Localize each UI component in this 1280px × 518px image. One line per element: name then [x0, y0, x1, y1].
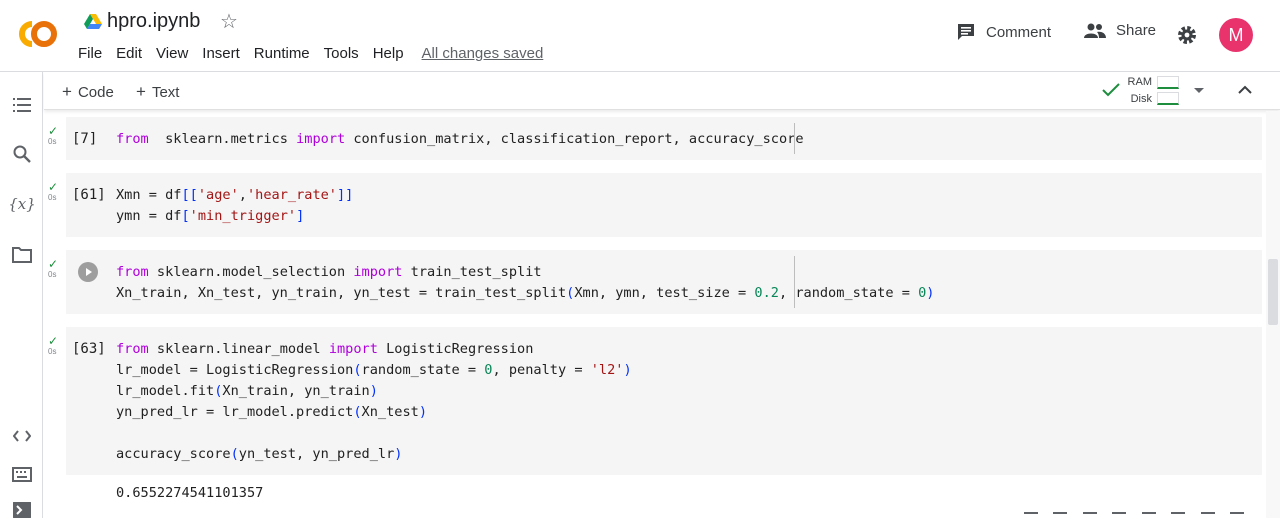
text-cursor: [794, 256, 795, 308]
terminal-icon[interactable]: [11, 502, 33, 518]
exec-count: [61]: [72, 187, 106, 203]
notebook-cells: ✓ 0s [7] from sklearn.metrics import confus…: [44, 111, 1266, 518]
code-line: Xmn = df[['age','hear_rate']]: [116, 187, 354, 203]
check-icon: ✓: [48, 180, 59, 194]
cell-toolbar: [1016, 510, 1252, 518]
code-line: lr_model.fit(Xn_train, yn_train): [116, 383, 378, 399]
resource-labels[interactable]: RAM Disk: [1122, 74, 1152, 108]
chevron-up-icon[interactable]: [1236, 81, 1254, 99]
code-editor[interactable]: Xmn = df[['age','hear_rate']]ymn = df['m…: [116, 185, 353, 227]
menu-insert[interactable]: Insert: [202, 44, 240, 64]
scroll-thumb[interactable]: [1268, 259, 1278, 325]
run-cell-icon[interactable]: [78, 262, 98, 282]
comment-button[interactable]: Comment: [956, 22, 1051, 42]
exec-count: [7]: [72, 131, 98, 147]
chevron-down-icon[interactable]: [1194, 88, 1204, 93]
scrollbar[interactable]: [1266, 111, 1280, 518]
comment-label: Comment: [986, 23, 1052, 41]
save-status-link[interactable]: All changes saved: [422, 44, 544, 64]
plus-icon: +: [62, 82, 72, 101]
add-text-button[interactable]: + Text: [136, 82, 179, 102]
gear-icon[interactable]: [1176, 24, 1198, 46]
colab-window: hpro.ipynb ☆ File Edit View Insert Runti…: [0, 0, 1280, 518]
code-line: accuracy_score(yn_test, yn_pred_lr): [116, 446, 403, 462]
add-code-label: Code: [77, 84, 114, 101]
command-palette-icon[interactable]: [11, 463, 33, 485]
ram-usage-bar: [1157, 76, 1179, 89]
code-line: from sklearn.metrics import confusion_ma…: [116, 131, 804, 147]
code-line: from sklearn.model_selection import trai…: [116, 264, 542, 280]
add-text-label: Text: [151, 84, 180, 101]
people-icon: [1084, 23, 1106, 38]
code-line: from sklearn.linear_model import Logisti…: [116, 341, 534, 357]
notebook-toolbar: + Code + Text RAM Disk: [44, 72, 1280, 110]
plus-icon: +: [136, 82, 146, 101]
move-down-icon[interactable]: [1053, 512, 1068, 518]
header: hpro.ipynb ☆ File Edit View Insert Runti…: [0, 0, 1280, 72]
code-editor[interactable]: from sklearn.model_selection import trai…: [116, 262, 934, 304]
cell-status: ✓ 0s: [48, 181, 68, 203]
code-line: ymn = df['min_trigger']: [116, 208, 305, 224]
menu-runtime[interactable]: Runtime: [254, 44, 310, 64]
comment-cell-icon[interactable]: [1112, 512, 1127, 518]
menu-file[interactable]: File: [78, 44, 102, 64]
share-label: Share: [1116, 22, 1157, 39]
delete-cell-icon[interactable]: [1200, 512, 1215, 518]
code-line: lr_model = LogisticRegression(random_sta…: [116, 362, 632, 378]
files-icon[interactable]: [11, 244, 33, 266]
cell-status: ✓ 0s: [48, 258, 68, 280]
menu-tools[interactable]: Tools: [324, 44, 359, 64]
notebook-title[interactable]: hpro.ipynb: [107, 10, 200, 33]
cell-status: ✓ 0s: [48, 125, 68, 147]
code-cell[interactable]: from sklearn.model_selection import trai…: [66, 250, 1262, 314]
star-outline-icon[interactable]: ☆: [220, 10, 238, 34]
exec-time: 0s: [48, 347, 57, 356]
connected-check-icon: [1102, 83, 1120, 97]
menu-help[interactable]: Help: [373, 44, 404, 64]
mirror-cell-icon[interactable]: [1171, 512, 1186, 518]
cell-output: 0.6552274541101357: [116, 485, 264, 501]
check-icon: ✓: [48, 257, 59, 271]
code-cell[interactable]: [61] Xmn = df[['age','hear_rate']]ymn = d…: [66, 173, 1262, 237]
menu-view[interactable]: View: [156, 44, 188, 64]
code-line: yn_pred_lr = lr_model.predict(Xn_test): [116, 404, 428, 420]
menu-bar: File Edit View Insert Runtime Tools Help…: [78, 44, 557, 64]
check-icon: ✓: [48, 124, 59, 138]
code-line: Xn_train, Xn_test, yn_train, yn_test = t…: [116, 285, 935, 301]
add-code-button[interactable]: + Code: [62, 82, 114, 102]
link-icon[interactable]: [1082, 512, 1097, 518]
code-snippets-icon[interactable]: [11, 425, 33, 447]
google-drive-icon: [84, 14, 102, 29]
cell-status: ✓ 0s: [48, 335, 68, 357]
settings-cell-icon[interactable]: [1141, 512, 1156, 518]
variables-icon[interactable]: {x}: [8, 193, 36, 215]
code-cell[interactable]: [7] from sklearn.metrics import confusion…: [66, 117, 1262, 160]
ram-label: RAM: [1127, 76, 1152, 88]
search-icon[interactable]: [11, 143, 33, 165]
more-icon[interactable]: [1230, 512, 1245, 518]
disk-label: Disk: [1130, 93, 1152, 105]
share-button[interactable]: Share: [1084, 22, 1156, 39]
code-cell[interactable]: [63] from sklearn.linear_model import Log…: [66, 327, 1262, 475]
left-rail: {x}: [0, 72, 43, 518]
comment-icon: [958, 24, 974, 40]
move-up-icon[interactable]: [1023, 512, 1038, 518]
exec-time: 0s: [48, 193, 57, 202]
exec-count: [63]: [72, 341, 106, 357]
avatar[interactable]: M: [1219, 18, 1253, 52]
colab-logo[interactable]: [14, 18, 64, 50]
check-icon: ✓: [48, 334, 59, 348]
menu-edit[interactable]: Edit: [116, 44, 142, 64]
exec-time: 0s: [48, 270, 57, 279]
code-editor[interactable]: from sklearn.metrics import confusion_ma…: [116, 129, 804, 150]
exec-time: 0s: [48, 137, 57, 146]
code-editor[interactable]: from sklearn.linear_model import Logisti…: [116, 339, 632, 465]
disk-usage-bar: [1157, 92, 1179, 105]
text-cursor: [794, 123, 795, 154]
table-of-contents-icon[interactable]: [11, 94, 33, 116]
